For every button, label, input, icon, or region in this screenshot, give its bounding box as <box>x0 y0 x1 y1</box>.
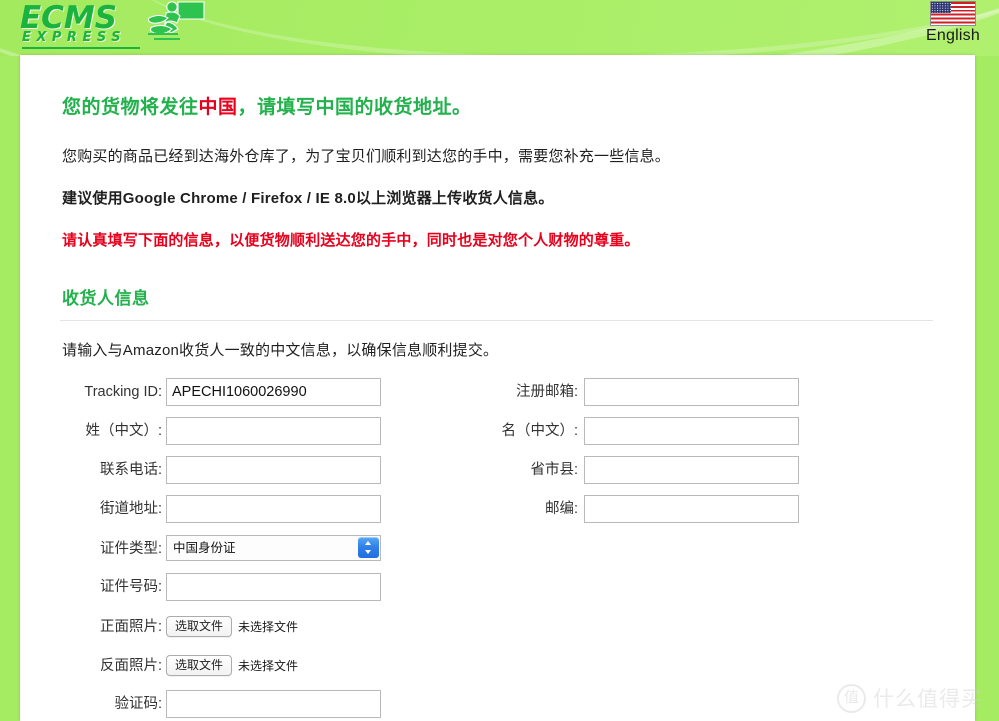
label-email: 注册邮箱: <box>515 383 578 400</box>
flag-canton <box>931 2 951 13</box>
last-name-input[interactable] <box>166 416 381 445</box>
email-input[interactable] <box>584 377 799 406</box>
label-postcode: 邮编: <box>544 500 578 517</box>
card-inner: 您的货物将发往中国，请填写中国的收货地址。 您购买的商品已经到达海外仓库了，为了… <box>20 55 975 721</box>
id-type-select[interactable]: 中国身份证 <box>166 534 381 561</box>
tracking-id-input[interactable] <box>166 377 381 406</box>
id-number-input[interactable] <box>166 572 381 601</box>
province-city-field-wrap <box>584 455 799 484</box>
field-row-captcha: 验证码: <box>20 690 162 718</box>
id-number-field-wrap <box>166 572 381 601</box>
page-title-suffix: ，请填写中国的收货地址。 <box>237 97 472 118</box>
page-title-prefix: 您的货物将发往 <box>62 97 199 118</box>
section-divider <box>60 319 933 321</box>
field-row-email: 注册邮箱: <box>398 378 578 406</box>
field-row-tracking-id: Tracking ID: <box>20 378 162 406</box>
label-province-city: 省市县: <box>530 461 578 478</box>
header-swoosh-decoration-2 <box>117 0 999 56</box>
field-row-back-photo: 反面照片: <box>20 652 162 680</box>
browser-recommendation: 建议使用Google Chrome / Firefox / IE 8.0以上浏览… <box>62 189 554 207</box>
label-street: 街道地址: <box>99 500 162 517</box>
section-note: 请输入与Amazon收货人一致的中文信息，以确保信息顺利提交。 <box>62 341 499 359</box>
logo-tagline: EXPRESS <box>22 30 127 45</box>
page-title: 您的货物将发往中国，请填写中国的收货地址。 <box>42 55 953 120</box>
recipient-form: Tracking ID: 注册邮箱: 姓（中文）: 名（中文）: <box>42 377 953 721</box>
phone-field-wrap <box>166 455 381 484</box>
back-photo-file-input[interactable]: 选取文件 未选择文件 <box>166 652 298 680</box>
id-type-field-wrap: 中国身份证 <box>166 534 381 563</box>
field-row-postcode: 邮编: <box>398 495 578 523</box>
captcha-field-wrap <box>166 689 381 718</box>
last-name-field-wrap <box>166 416 381 445</box>
label-back-photo: 反面照片: <box>99 657 162 674</box>
field-row-province-city: 省市县: <box>398 456 578 484</box>
label-front-photo: 正面照片: <box>99 618 162 635</box>
label-phone: 联系电话: <box>99 461 162 478</box>
back-photo-status: 未选择文件 <box>238 659 299 674</box>
label-id-type: 证件类型: <box>99 540 162 557</box>
field-row-street: 街道地址: <box>20 495 162 523</box>
site-header: ECMS EXPRESS English <box>0 0 999 56</box>
language-label: English <box>926 27 980 44</box>
field-row-id-number: 证件号码: <box>20 573 162 601</box>
field-row-id-type: 证件类型: <box>20 535 162 563</box>
content-card: 您的货物将发往中国，请填写中国的收货地址。 您购买的商品已经到达海外仓库了，为了… <box>20 55 975 721</box>
captcha-input[interactable] <box>166 689 381 718</box>
front-photo-choose-button[interactable]: 选取文件 <box>166 616 233 638</box>
back-photo-choose-button[interactable]: 选取文件 <box>166 655 233 677</box>
ecms-logo[interactable]: ECMS EXPRESS <box>14 1 214 50</box>
label-captcha: 验证码: <box>114 695 162 712</box>
section-title-recipient: 收货人信息 <box>62 288 150 308</box>
field-row-last-name: 姓（中文）: <box>20 417 162 445</box>
us-flag-icon <box>930 1 976 26</box>
back-photo-field-wrap: 选取文件 未选择文件 <box>166 652 298 680</box>
phone-input[interactable] <box>166 455 381 484</box>
label-first-name: 名（中文）: <box>501 422 578 439</box>
postcode-field-wrap <box>584 494 799 523</box>
running-courier-icon <box>147 1 205 40</box>
language-switcher[interactable]: English <box>917 1 989 45</box>
first-name-input[interactable] <box>584 416 799 445</box>
front-photo-file-input[interactable]: 选取文件 未选择文件 <box>166 613 298 641</box>
label-tracking-id: Tracking ID: <box>84 383 162 400</box>
email-field-wrap <box>584 377 799 406</box>
intro-paragraph: 您购买的商品已经到达海外仓库了，为了宝贝们顺利到达您的手中，需要您补充一些信息。 <box>62 147 671 165</box>
field-row-front-photo: 正面照片: <box>20 613 162 641</box>
street-field-wrap <box>166 494 381 523</box>
postcode-input[interactable] <box>584 494 799 523</box>
tracking-id-field-wrap <box>166 377 381 406</box>
warning-paragraph: 请认真填写下面的信息，以便货物顺利送达您的手中，同时也是对您个人财物的尊重。 <box>62 231 640 249</box>
province-city-input[interactable] <box>584 455 799 484</box>
front-photo-status: 未选择文件 <box>238 620 299 635</box>
id-type-selected-value[interactable]: 中国身份证 <box>166 534 381 561</box>
field-row-first-name: 名（中文）: <box>398 417 578 445</box>
logo-underline <box>22 47 140 49</box>
front-photo-field-wrap: 选取文件 未选择文件 <box>166 613 298 641</box>
label-id-number: 证件号码: <box>99 578 162 595</box>
label-last-name: 姓（中文）: <box>85 422 162 439</box>
street-input[interactable] <box>166 494 381 523</box>
chevron-updown-icon[interactable] <box>358 536 379 558</box>
page-title-highlight: 中国 <box>198 97 238 118</box>
field-row-phone: 联系电话: <box>20 456 162 484</box>
first-name-field-wrap <box>584 416 799 445</box>
